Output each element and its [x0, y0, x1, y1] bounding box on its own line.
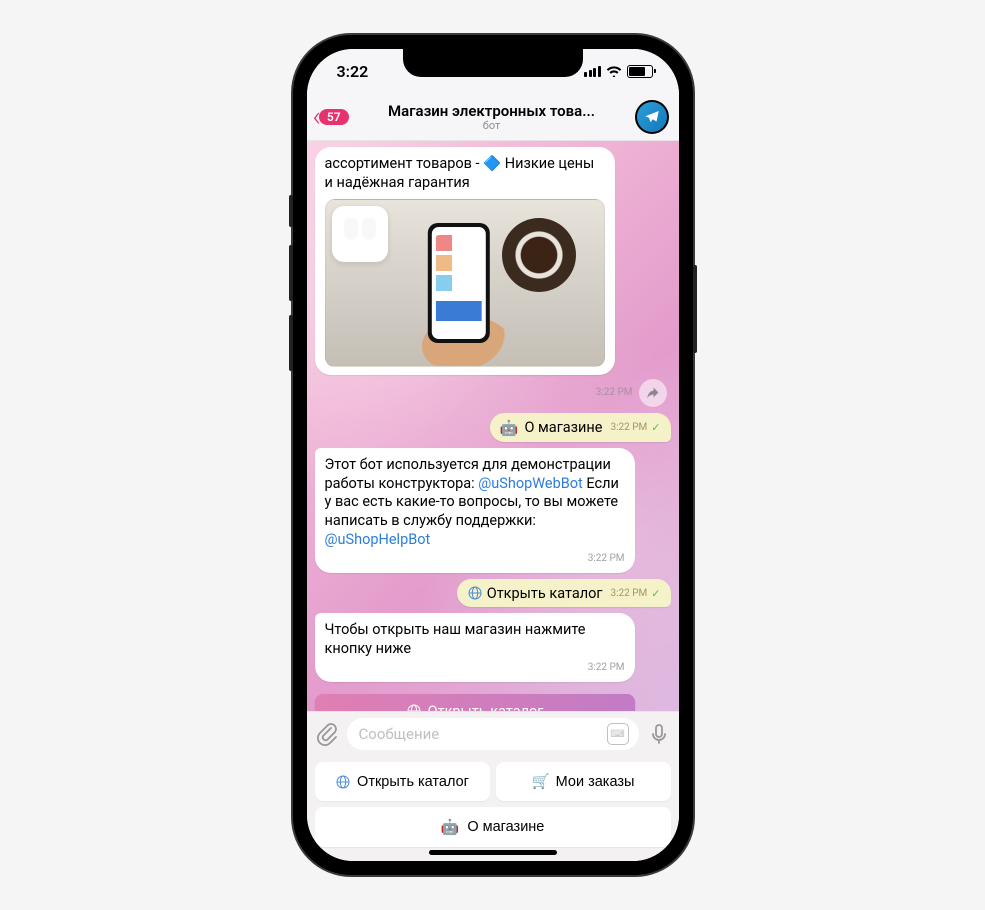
check-icon: ✓: [651, 587, 660, 600]
outgoing-message[interactable]: Открыть каталог 3:22 PM ✓: [457, 579, 671, 607]
cart-icon: 🛒: [532, 773, 550, 790]
input-placeholder: Сообщение: [359, 725, 440, 743]
inline-open-catalog-button[interactable]: Открыть каталог: [315, 694, 635, 711]
home-indicator[interactable]: [429, 850, 557, 855]
mention-link[interactable]: @uShopWebBot: [478, 475, 583, 492]
mention-link[interactable]: @uShopHelpBot: [325, 531, 431, 548]
button-label: Мои заказы: [556, 774, 635, 790]
attach-icon[interactable]: [315, 722, 339, 746]
message-media[interactable]: [325, 199, 605, 367]
chat-body[interactable]: ассортимент товаров - 🔷 Низкие цены и на…: [307, 141, 679, 711]
globe-icon: [335, 774, 351, 790]
chat-title: Магазин электронных това...: [353, 102, 631, 120]
globe-icon: [406, 703, 422, 711]
wifi-icon: [606, 65, 622, 77]
chat-title-area[interactable]: Магазин электронных това... бот: [353, 102, 631, 132]
message-time: 3:22 PM: [610, 422, 647, 433]
message-time: 3:22 PM: [596, 387, 633, 398]
unread-badge: 57: [319, 109, 349, 125]
avatar[interactable]: [635, 100, 669, 134]
message-input[interactable]: Сообщение ⌨: [347, 718, 639, 750]
kb-my-orders-button[interactable]: 🛒 Мои заказы: [496, 762, 671, 801]
check-icon: ✓: [651, 421, 660, 434]
message-time: 3:22 PM: [610, 588, 647, 599]
kb-about-button[interactable]: 🤖 О магазине: [315, 807, 671, 847]
phone-frame: 3:22 ‹ 57 Магазин электронных това... бо…: [293, 35, 693, 875]
message-text: Открыть каталог: [487, 585, 603, 602]
notch: [403, 49, 583, 77]
battery-icon: [627, 65, 653, 78]
forward-button[interactable]: [639, 379, 667, 407]
input-bar: Сообщение ⌨: [307, 711, 679, 756]
robot-icon: 🤖: [441, 818, 460, 836]
mic-icon[interactable]: [647, 722, 671, 746]
kb-open-catalog-button[interactable]: Открыть каталог: [315, 762, 490, 801]
back-button[interactable]: ‹ 57: [313, 103, 349, 131]
button-label: Открыть каталог: [428, 703, 544, 711]
robot-icon: 🤖: [500, 419, 519, 437]
chat-subtitle: бот: [353, 119, 631, 132]
outgoing-message[interactable]: 🤖 О магазине 3:22 PM ✓: [490, 413, 671, 442]
message-text: О магазине: [524, 419, 602, 436]
cellular-icon: [584, 66, 601, 77]
button-label: О магазине: [467, 819, 544, 835]
button-label: Открыть каталог: [357, 774, 469, 790]
incoming-message[interactable]: Чтобы открыть наш магазин нажмите кнопку…: [315, 613, 635, 682]
message-text: ассортимент товаров - 🔷 Низкие цены и на…: [325, 155, 595, 191]
status-time: 3:22: [337, 62, 369, 81]
incoming-message[interactable]: ассортимент товаров - 🔷 Низкие цены и на…: [315, 147, 615, 375]
message-time: 3:22 PM: [325, 661, 625, 674]
sticker-icon[interactable]: ⌨: [607, 723, 629, 745]
chat-header: ‹ 57 Магазин электронных това... бот: [307, 93, 679, 141]
reply-keyboard: Открыть каталог 🛒 Мои заказы 🤖 О магазин…: [307, 756, 679, 861]
telegram-icon: [643, 108, 661, 126]
globe-icon: [467, 585, 483, 601]
incoming-message[interactable]: Этот бот используется для демонстрации р…: [315, 448, 635, 573]
message-time: 3:22 PM: [325, 552, 625, 565]
message-text: Чтобы открыть наш магазин нажмите кнопку…: [325, 621, 586, 657]
